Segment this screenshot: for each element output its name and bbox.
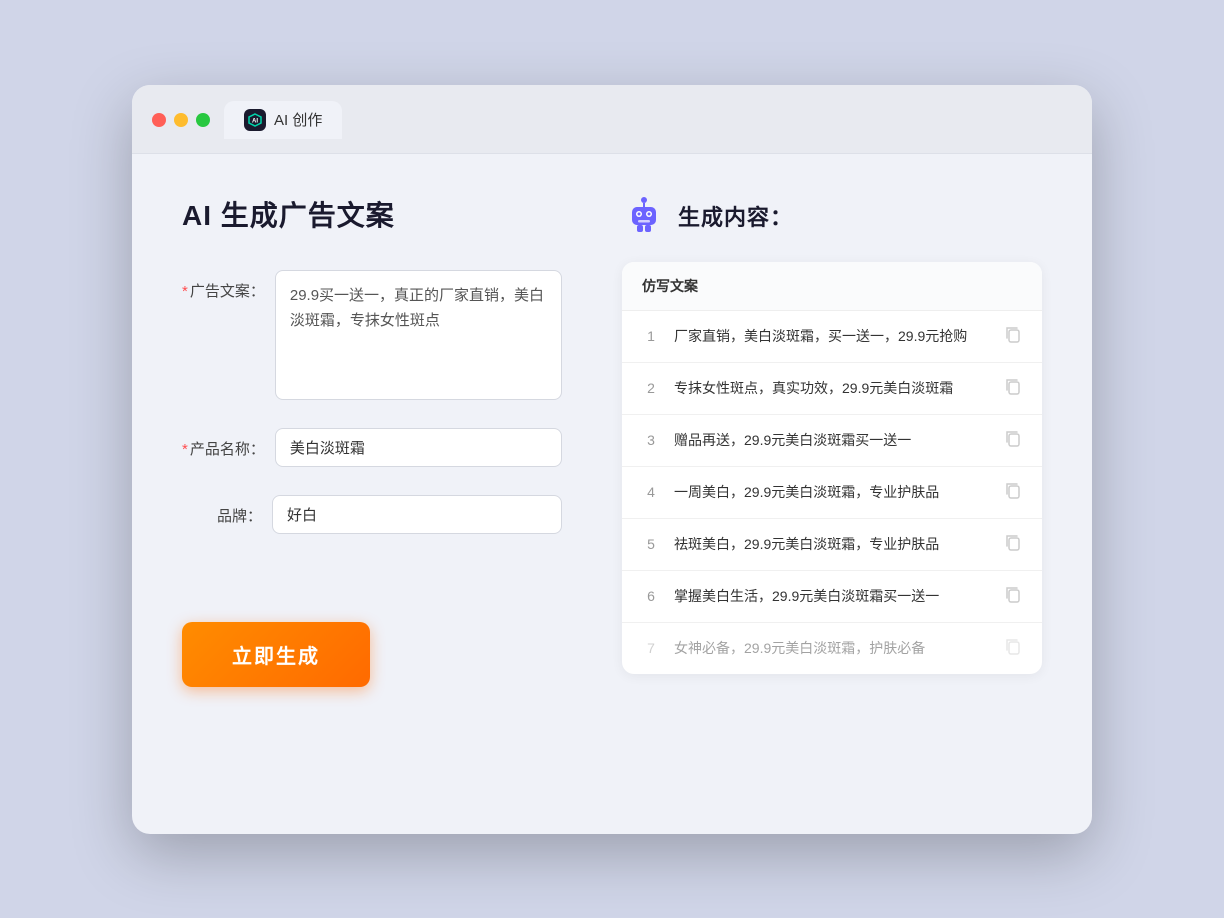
copy-icon[interactable]: [1004, 585, 1022, 608]
row-text: 赠品再送，29.9元美白淡斑霜买一送一: [674, 430, 990, 451]
minimize-button[interactable]: [174, 113, 188, 127]
copy-icon[interactable]: [1004, 325, 1022, 348]
table-header-text: 仿写文案: [642, 278, 698, 294]
row-number: 3: [642, 432, 660, 448]
form-group-product-name: *产品名称： 美白淡斑霜: [182, 428, 562, 467]
row-text: 祛斑美白，29.9元美白淡斑霜，专业护肤品: [674, 534, 990, 555]
close-button[interactable]: [152, 113, 166, 127]
copy-icon[interactable]: [1004, 637, 1022, 660]
row-text: 专抹女性斑点，真实功效，29.9元美白淡斑霜: [674, 378, 990, 399]
label-ad-copy: *广告文案：: [182, 270, 265, 301]
row-text: 厂家直销，美白淡斑霜，买一送一，29.9元抢购: [674, 326, 990, 347]
table-header: 仿写文案: [622, 262, 1042, 311]
row-number: 7: [642, 640, 660, 656]
copy-icon[interactable]: [1004, 429, 1022, 452]
required-mark-ad: *: [182, 283, 188, 300]
result-title: 生成内容：: [678, 200, 793, 232]
tab-icon: AI: [244, 109, 266, 131]
table-row[interactable]: 7 女神必备，29.9元美白淡斑霜，护肤必备: [622, 623, 1042, 674]
maximize-button[interactable]: [196, 113, 210, 127]
label-product-name: *产品名称：: [182, 428, 265, 459]
generate-button[interactable]: 立即生成: [182, 622, 370, 687]
row-number: 5: [642, 536, 660, 552]
titlebar: AI AI 创作: [132, 85, 1092, 154]
page-title: AI 生成广告文案: [182, 194, 562, 234]
form-group-brand: 品牌： 好白: [182, 495, 562, 534]
product-name-input[interactable]: 美白淡斑霜: [275, 428, 562, 467]
row-text: 掌握美白生活，29.9元美白淡斑霜买一送一: [674, 586, 990, 607]
traffic-lights: [152, 113, 210, 127]
left-panel: AI 生成广告文案 *广告文案： 29.9买一送一，真正的厂家直销，美白淡斑霜，…: [182, 194, 562, 794]
copy-icon[interactable]: [1004, 481, 1022, 504]
browser-window: AI AI 创作 AI 生成广告文案 *广告文案： 29.9买一送一，真正的厂家…: [132, 85, 1092, 834]
result-header: 生成内容：: [622, 194, 1042, 238]
table-row[interactable]: 2 专抹女性斑点，真实功效，29.9元美白淡斑霜: [622, 363, 1042, 415]
tab-label: AI 创作: [274, 109, 322, 130]
table-row[interactable]: 3 赠品再送，29.9元美白淡斑霜买一送一: [622, 415, 1042, 467]
row-number: 2: [642, 380, 660, 396]
row-number: 4: [642, 484, 660, 500]
active-tab[interactable]: AI AI 创作: [224, 101, 342, 139]
row-text: 女神必备，29.9元美白淡斑霜，护肤必备: [674, 638, 990, 659]
results-table: 仿写文案 1 厂家直销，美白淡斑霜，买一送一，29.9元抢购 2 专抹女性斑点，真实…: [622, 262, 1042, 674]
copy-icon[interactable]: [1004, 533, 1022, 556]
required-mark-product: *: [182, 441, 188, 458]
robot-icon: [622, 194, 666, 238]
table-row[interactable]: 1 厂家直销，美白淡斑霜，买一送一，29.9元抢购: [622, 311, 1042, 363]
svg-text:AI: AI: [252, 118, 258, 124]
table-row[interactable]: 6 掌握美白生活，29.9元美白淡斑霜买一送一: [622, 571, 1042, 623]
results-container: 1 厂家直销，美白淡斑霜，买一送一，29.9元抢购 2 专抹女性斑点，真实功效，29…: [622, 311, 1042, 674]
right-panel: 生成内容： 仿写文案 1 厂家直销，美白淡斑霜，买一送一，29.9元抢购 2 专抹女…: [622, 194, 1042, 794]
brand-input[interactable]: 好白: [272, 495, 562, 534]
row-text: 一周美白，29.9元美白淡斑霜，专业护肤品: [674, 482, 990, 503]
browser-content: AI 生成广告文案 *广告文案： 29.9买一送一，真正的厂家直销，美白淡斑霜，…: [132, 154, 1092, 834]
ad-copy-textarea[interactable]: 29.9买一送一，真正的厂家直销，美白淡斑霜，专抹女性斑点: [275, 270, 562, 400]
table-row[interactable]: 4 一周美白，29.9元美白淡斑霜，专业护肤品: [622, 467, 1042, 519]
form-group-ad-copy: *广告文案： 29.9买一送一，真正的厂家直销，美白淡斑霜，专抹女性斑点: [182, 270, 562, 400]
copy-icon[interactable]: [1004, 377, 1022, 400]
row-number: 6: [642, 588, 660, 604]
table-row[interactable]: 5 祛斑美白，29.9元美白淡斑霜，专业护肤品: [622, 519, 1042, 571]
row-number: 1: [642, 328, 660, 344]
label-brand: 品牌：: [182, 495, 262, 526]
